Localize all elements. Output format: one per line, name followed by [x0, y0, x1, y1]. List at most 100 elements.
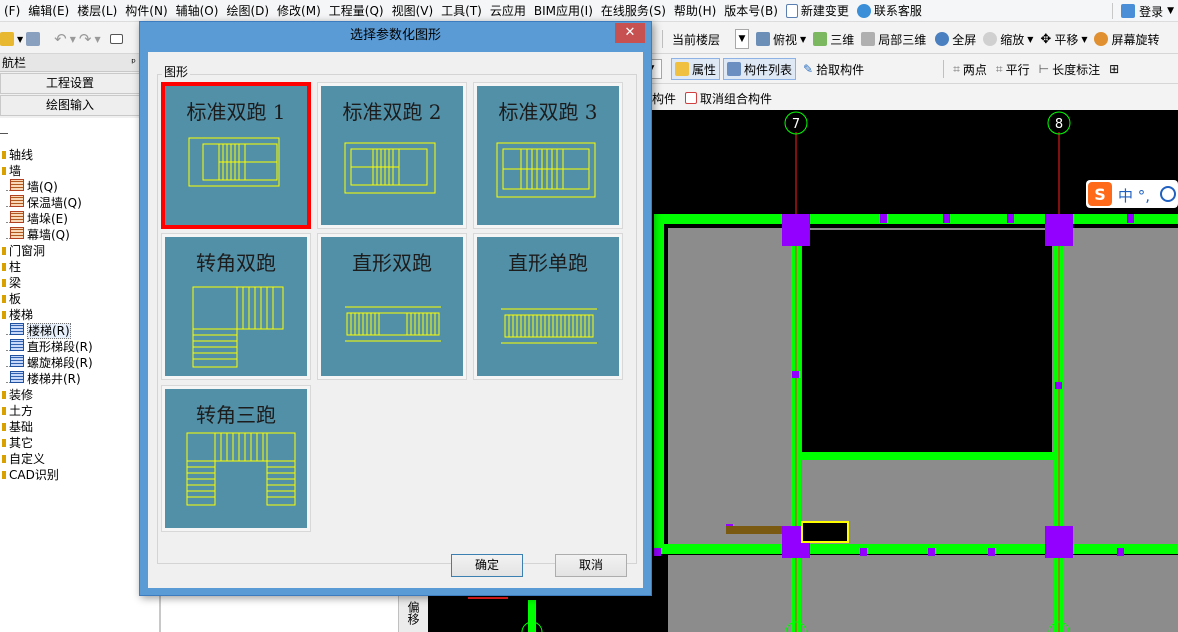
- project-settings-button[interactable]: 工程设置: [0, 73, 140, 94]
- fullscreen-button[interactable]: 全屏: [952, 31, 976, 48]
- tree-item[interactable]: 楼梯: [2, 306, 33, 323]
- tree-item-label: 梁: [9, 276, 22, 290]
- wall-icon: [10, 211, 24, 223]
- chevron-down-icon[interactable]: ▼: [800, 35, 806, 44]
- toolbar-separator: [662, 30, 663, 48]
- slab: [668, 555, 1178, 632]
- menu-component[interactable]: 构件(N): [121, 0, 171, 22]
- tree-item-label: 装修: [9, 388, 34, 402]
- floor-select[interactable]: ▼: [735, 29, 750, 49]
- tree-item[interactable]: 楼梯(R): [6, 322, 71, 339]
- chevron-down-icon[interactable]: ▼: [1167, 6, 1174, 16]
- menu-view[interactable]: 视图(V): [388, 0, 438, 22]
- component-toolbar: ▼ 属性 构件列表 ✎ 拾取构件 ⌗ 两点 ⌗ 平行 ⊢ 长度标注 ⊞: [640, 54, 1178, 84]
- redo-icon[interactable]: ↷: [79, 30, 92, 48]
- card-preview: 标准双跑 2: [321, 86, 463, 225]
- drawing-input-button[interactable]: 绘图输入: [0, 95, 140, 116]
- menu-online[interactable]: 在线服务(S): [597, 0, 670, 22]
- shape-card-standard-double-2[interactable]: 标准双跑 2: [317, 82, 467, 229]
- screen-rotate-button[interactable]: 屏幕旋转: [1111, 31, 1159, 48]
- headset-icon: [856, 3, 871, 18]
- tree-item[interactable]: 柱: [2, 258, 21, 275]
- stair-icon: [10, 355, 24, 367]
- component-button[interactable]: 构件: [652, 90, 676, 107]
- tree-item[interactable]: 墙: [2, 162, 21, 179]
- close-button[interactable]: ✕: [615, 23, 645, 43]
- zoom-button[interactable]: 缩放: [1000, 31, 1024, 48]
- chevron-down-icon[interactable]: ▼: [1027, 35, 1033, 44]
- component-action-toolbar: 构件 取消组合构件: [640, 84, 1178, 110]
- pan-button[interactable]: 平移: [1054, 31, 1078, 48]
- pick-component-button[interactable]: 拾取构件: [816, 61, 864, 78]
- menu-edit[interactable]: 编辑(E): [24, 0, 73, 22]
- tree-item[interactable]: 墙垛(E): [6, 210, 68, 227]
- two-points-button[interactable]: 两点: [963, 61, 987, 78]
- open-folder-icon[interactable]: [0, 32, 14, 46]
- tree-item[interactable]: 自定义: [2, 450, 45, 467]
- menu-version[interactable]: 版本号(B): [720, 0, 782, 22]
- shape-card-corner-double[interactable]: 转角双跑: [161, 233, 311, 380]
- tree-item[interactable]: 门窗洞: [2, 242, 45, 259]
- tree-item[interactable]: 基础: [2, 418, 33, 435]
- menu-floor[interactable]: 楼层(L): [73, 0, 121, 22]
- menu-file[interactable]: (F): [0, 0, 24, 22]
- menu-draw[interactable]: 绘图(D): [222, 0, 273, 22]
- component-list-label: 构件列表: [744, 62, 793, 77]
- tree-item[interactable]: 螺旋梯段(R): [6, 354, 93, 371]
- tree-item[interactable]: 其它: [2, 434, 33, 451]
- tree-item[interactable]: 板: [2, 290, 21, 307]
- menu-cloud[interactable]: 云应用: [486, 0, 530, 22]
- menu-modify[interactable]: 修改(M): [273, 0, 325, 22]
- length-mark-button[interactable]: 长度标注: [1052, 61, 1100, 78]
- tree-item[interactable]: 装修: [2, 386, 33, 403]
- cancel-group-button[interactable]: 取消组合构件: [700, 90, 772, 107]
- tree-item[interactable]: 轴线: [2, 146, 33, 163]
- layout-icon[interactable]: [109, 34, 123, 44]
- shape-card-standard-double-1[interactable]: 标准双跑 1: [161, 82, 311, 229]
- tree-item[interactable]: 保温墙(Q): [6, 194, 82, 211]
- wall-icon: [10, 179, 24, 191]
- tree-item[interactable]: 梁: [2, 274, 21, 291]
- menu-bim[interactable]: BIM应用(I): [530, 0, 597, 22]
- menu-help[interactable]: 帮助(H): [670, 0, 720, 22]
- top-view-button[interactable]: 俯视: [773, 31, 797, 48]
- offset-tab[interactable]: 偏移: [398, 594, 428, 632]
- menu-aux-axis[interactable]: 辅轴(O): [172, 0, 223, 22]
- shape-card-corner-triple[interactable]: 转角三跑: [161, 385, 311, 532]
- collapse-all-icon[interactable]: [0, 124, 8, 134]
- shape-card-straight-double[interactable]: 直形双跑: [317, 233, 467, 380]
- login-button[interactable]: 登录: [1139, 3, 1163, 20]
- component-list-button[interactable]: 构件列表: [723, 58, 797, 80]
- tree-item-label: 幕墙(Q): [27, 228, 70, 242]
- tree-item[interactable]: 直形梯段(R): [6, 338, 93, 355]
- pin-icon[interactable]: ᵖ: [131, 54, 136, 72]
- tree-item[interactable]: CAD识别: [2, 466, 59, 483]
- more-icon[interactable]: ⊞: [1109, 62, 1119, 76]
- save-icon[interactable]: [26, 32, 41, 46]
- chevron-down-icon[interactable]: ▼: [70, 35, 76, 44]
- chevron-down-icon[interactable]: ▼: [17, 35, 23, 44]
- local-3d-button[interactable]: 局部三维: [878, 31, 926, 48]
- undo-icon[interactable]: ↶: [54, 30, 67, 48]
- shape-card-straight-single[interactable]: 直形单跑: [473, 233, 623, 380]
- chevron-down-icon[interactable]: ▼: [94, 35, 100, 44]
- parallel-button[interactable]: 平行: [1006, 61, 1030, 78]
- tree-item[interactable]: 幕墙(Q): [6, 226, 70, 243]
- three-d-button[interactable]: 三维: [830, 31, 854, 48]
- ok-button[interactable]: 确定: [451, 554, 523, 577]
- chevron-down-icon[interactable]: ▼: [1081, 35, 1087, 44]
- tree-item[interactable]: 土方: [2, 402, 33, 419]
- menu-tools[interactable]: 工具(T): [437, 0, 486, 22]
- beam: [654, 214, 664, 554]
- tree-item-label: CAD识别: [9, 468, 59, 482]
- new-change-button[interactable]: 新建变更: [782, 0, 853, 22]
- tree-item[interactable]: 墙(Q): [6, 178, 58, 195]
- shape-card-standard-double-3[interactable]: 标准双跑 3: [473, 82, 623, 229]
- properties-button[interactable]: 属性: [671, 58, 721, 80]
- menu-quantity[interactable]: 工程量(Q): [325, 0, 388, 22]
- tree-item[interactable]: 楼梯井(R): [6, 370, 81, 387]
- tree-item-label: 螺旋梯段(R): [27, 356, 93, 370]
- ime-mode[interactable]: 中 °,: [1118, 187, 1150, 205]
- contact-service-button[interactable]: 联系客服: [853, 0, 926, 22]
- cancel-button[interactable]: 取消: [555, 554, 627, 577]
